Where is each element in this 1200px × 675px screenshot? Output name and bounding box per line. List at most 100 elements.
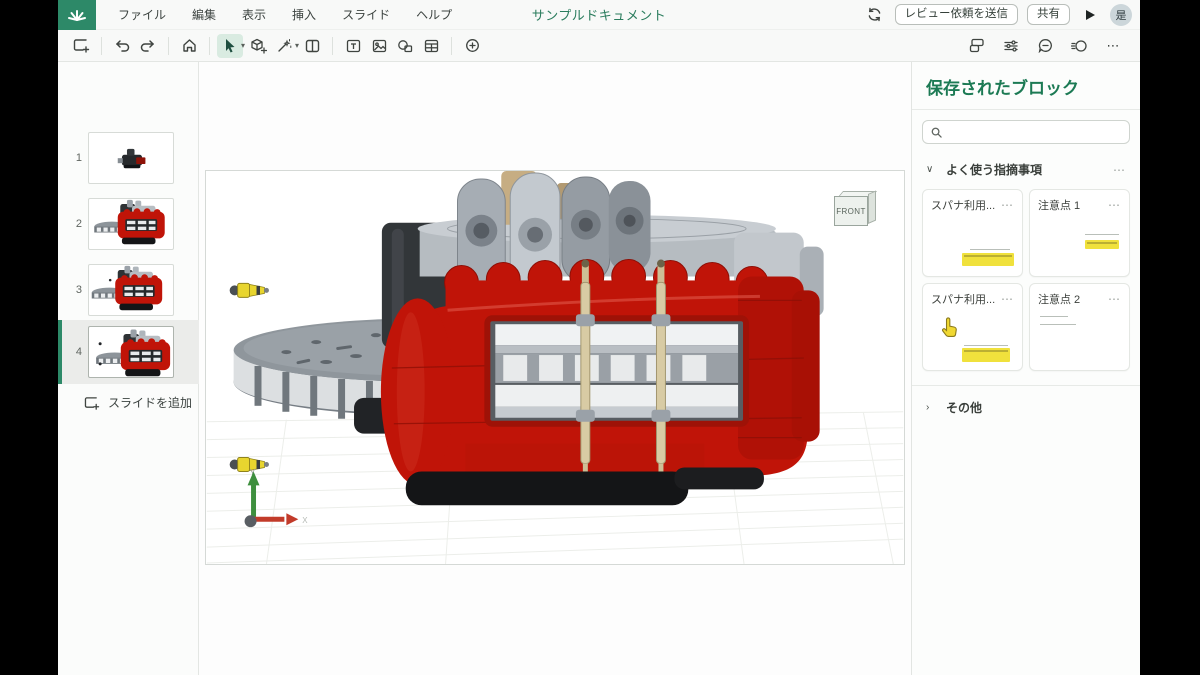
- sync-icon[interactable]: [864, 4, 886, 26]
- preview-sketch-line: [970, 249, 1010, 250]
- app-window: ファイル 編集 表示 挿入 スライド ヘルプ サンプルドキュメント レビュー依頼…: [58, 0, 1140, 675]
- slide-number: 4: [58, 346, 88, 358]
- block-card-1[interactable]: スパナ利用... ⋯: [922, 189, 1023, 277]
- menu-edit[interactable]: 編集: [192, 6, 216, 23]
- slide-thumbnail-3[interactable]: [88, 264, 174, 316]
- menu-view[interactable]: 表示: [242, 6, 266, 23]
- section-other-label: その他: [946, 399, 1126, 416]
- canvas-area[interactable]: Y X FRONT: [199, 62, 911, 675]
- send-review-button[interactable]: レビュー依頼を送信: [895, 4, 1019, 26]
- preview-highlight: [1085, 240, 1119, 249]
- slide-row-3[interactable]: 3: [58, 258, 199, 322]
- version-history-icon[interactable]: [1066, 34, 1092, 58]
- sunburst-icon: [68, 8, 86, 22]
- search-input[interactable]: [948, 126, 1121, 138]
- document-title[interactable]: サンプルドキュメント: [532, 5, 667, 24]
- saved-blocks-panel: 保存されたブロック ∨ よく使う指摘事項 ⋯ スパナ利用...: [911, 62, 1140, 675]
- comments-panel-icon[interactable]: [1032, 34, 1058, 58]
- hand-cursor-icon: [939, 316, 961, 340]
- preview-highlight: [962, 253, 1014, 266]
- card-more-icon[interactable]: ⋯: [1001, 198, 1014, 212]
- block-card-3[interactable]: スパナ利用... ⋯: [922, 283, 1023, 371]
- slide-thumbnail-2[interactable]: [88, 198, 174, 250]
- 3d-model-viewport[interactable]: Y X: [206, 171, 904, 564]
- add-comment-icon[interactable]: [459, 34, 485, 58]
- slide-number: 3: [58, 284, 88, 296]
- preview-sketch-line: [964, 345, 1008, 346]
- app-logo[interactable]: [58, 0, 96, 30]
- menu-slide[interactable]: スライド: [342, 6, 390, 23]
- bleed-fitting-top: [230, 283, 269, 297]
- view-cube-side-face[interactable]: [868, 190, 876, 224]
- block-card-title: スパナ利用...: [931, 197, 1001, 213]
- menu-file[interactable]: ファイル: [118, 6, 166, 23]
- panel-title: 保存されたブロック: [912, 62, 1140, 110]
- menu-help[interactable]: ヘルプ: [416, 6, 452, 23]
- add-slide-button[interactable]: スライドを追加: [84, 394, 192, 411]
- caliper-underside: [406, 467, 764, 505]
- shapes-icon[interactable]: [392, 34, 418, 58]
- redo-icon[interactable]: [135, 34, 161, 58]
- chevron-right-icon[interactable]: ›: [926, 402, 936, 413]
- search-icon: [931, 127, 942, 138]
- section-frequent-label: よく使う指摘事項: [946, 161, 1103, 178]
- topbar-actions: レビュー依頼を送信 共有 是: [864, 4, 1133, 26]
- slide-number: 2: [58, 218, 88, 230]
- settings-sliders-icon[interactable]: [998, 34, 1024, 58]
- slide-sidebar: 1 2 3 4: [58, 62, 199, 675]
- table-icon[interactable]: [418, 34, 444, 58]
- preview-sketch-line: [1040, 324, 1076, 325]
- card-more-icon[interactable]: ⋯: [1108, 198, 1121, 212]
- block-cards-grid: スパナ利用... ⋯ 注意点 1 ⋯ スパナ利用..: [912, 187, 1140, 371]
- slide-canvas[interactable]: Y X FRONT: [205, 170, 905, 565]
- play-icon[interactable]: [1079, 4, 1101, 26]
- block-card-4[interactable]: 注意点 2 ⋯: [1029, 283, 1130, 371]
- home-icon[interactable]: [176, 34, 202, 58]
- insert-3d-model-icon[interactable]: [245, 34, 271, 58]
- image-icon[interactable]: [366, 34, 392, 58]
- select-tool-icon[interactable]: [217, 34, 243, 58]
- toolbar-right-group: ⋯: [964, 34, 1130, 58]
- block-card-title: スパナ利用...: [931, 291, 1001, 307]
- preview-sketch-line: [1040, 316, 1068, 317]
- undo-icon[interactable]: [109, 34, 135, 58]
- split-view-icon[interactable]: [299, 34, 325, 58]
- selected-slide-indicator: [58, 320, 62, 384]
- block-card-title: 注意点 1: [1038, 197, 1108, 213]
- menu-insert[interactable]: 挿入: [292, 6, 316, 23]
- top-bar: ファイル 編集 表示 挿入 スライド ヘルプ サンプルドキュメント レビュー依頼…: [58, 0, 1140, 30]
- block-search[interactable]: [922, 120, 1130, 144]
- menu-bar: ファイル 編集 表示 挿入 スライド ヘルプ: [118, 6, 452, 23]
- share-button[interactable]: 共有: [1027, 4, 1070, 26]
- slide-thumbnail-1[interactable]: [88, 132, 174, 184]
- preview-sketch-line: [1085, 234, 1119, 235]
- slide-row-2[interactable]: 2: [58, 192, 199, 256]
- slide-row-4[interactable]: 4: [58, 320, 199, 384]
- magic-wand-icon[interactable]: [271, 34, 297, 58]
- view-cube[interactable]: FRONT: [834, 191, 882, 231]
- view-cube-front-face[interactable]: FRONT: [834, 196, 868, 226]
- add-slide-icon: [84, 396, 100, 410]
- axis-triad: Y X: [245, 467, 309, 527]
- block-card-2[interactable]: 注意点 1 ⋯: [1029, 189, 1130, 277]
- new-frame-icon[interactable]: [68, 34, 94, 58]
- user-avatar[interactable]: 是: [1110, 4, 1132, 26]
- view-cube-label: FRONT: [836, 207, 866, 216]
- card-more-icon[interactable]: ⋯: [1001, 292, 1014, 306]
- slide-thumbnail-4[interactable]: [88, 326, 174, 378]
- more-options-icon[interactable]: ⋯: [1100, 34, 1126, 58]
- preview-highlight: [962, 348, 1010, 362]
- block-card-title: 注意点 2: [1038, 291, 1108, 307]
- svg-text:X: X: [302, 516, 308, 525]
- text-box-icon[interactable]: [340, 34, 366, 58]
- section-frequent-header[interactable]: ∨ よく使う指摘事項 ⋯: [912, 148, 1140, 187]
- chevron-down-icon[interactable]: ∨: [926, 164, 936, 175]
- section-more-icon[interactable]: ⋯: [1113, 163, 1126, 177]
- card-more-icon[interactable]: ⋯: [1108, 292, 1121, 306]
- caliper-window: [487, 318, 746, 423]
- toolbar: ▾ ▾: [58, 30, 1140, 62]
- add-slide-label: スライドを追加: [108, 394, 192, 411]
- slide-row-1[interactable]: 1: [58, 126, 199, 190]
- saved-blocks-icon[interactable]: [964, 34, 990, 58]
- section-other-header[interactable]: › その他: [912, 386, 1140, 425]
